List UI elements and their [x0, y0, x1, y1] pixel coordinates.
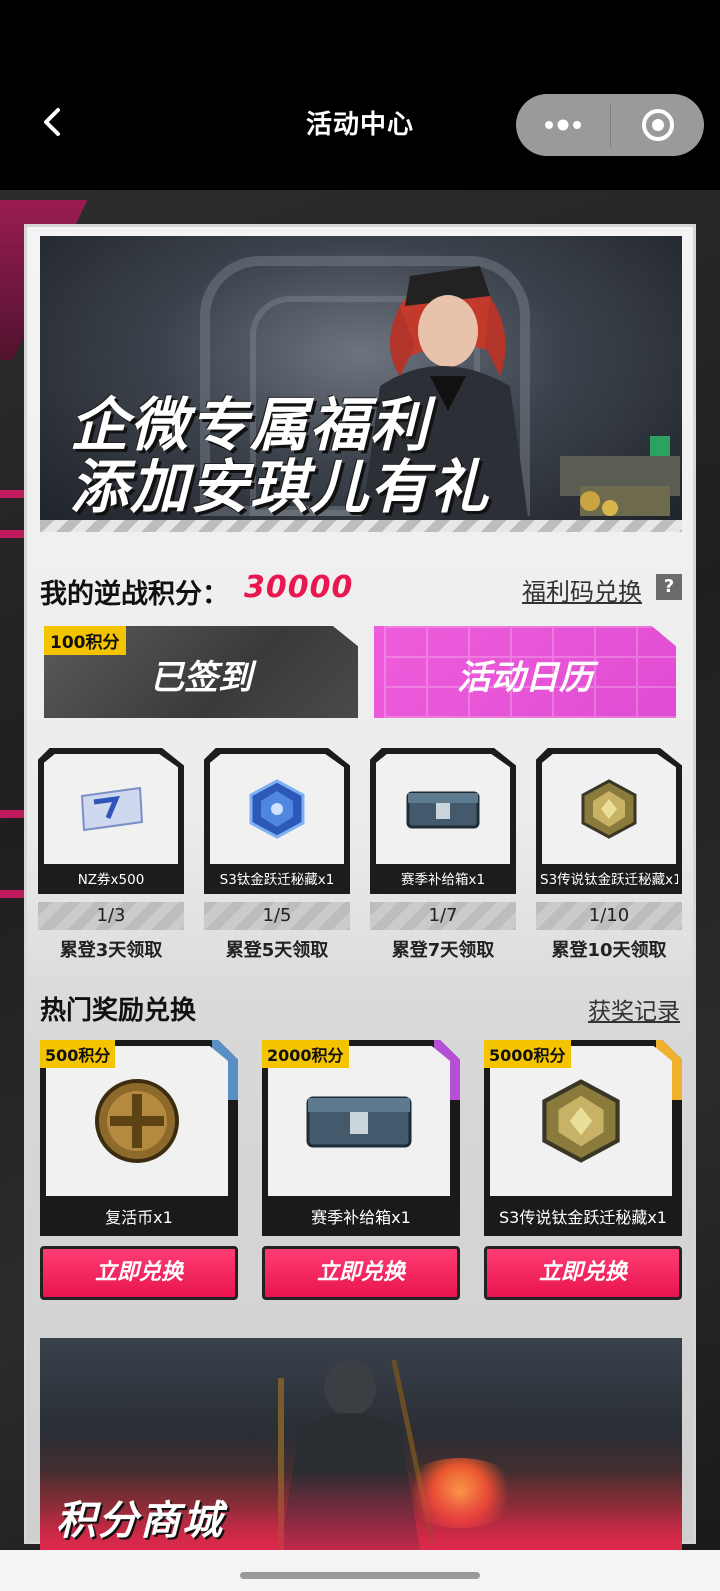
- crystal-icon: [249, 779, 305, 839]
- reward-name: 赛季补给箱x1: [400, 872, 486, 888]
- reward-progress: 1/5: [204, 902, 350, 930]
- home-indicator[interactable]: [240, 1572, 480, 1579]
- login-reward-item[interactable]: S3钛金跃迁秘藏x1 1/5 累登5天领取: [204, 748, 350, 962]
- banner-headline: 企微专属福利: [70, 391, 431, 459]
- ticket-icon: [80, 786, 144, 832]
- exchange-frame: 2000积分 赛季补给箱x1: [262, 1040, 460, 1236]
- reward-progress: 1/7: [370, 902, 516, 930]
- help-button[interactable]: ?: [656, 574, 682, 600]
- signin-label: 已签到: [150, 658, 252, 698]
- reward-frame: S3钛金跃迁秘藏x1: [204, 748, 350, 894]
- exchange-cost-tag: 2000积分: [262, 1040, 349, 1068]
- more-button[interactable]: [516, 94, 610, 156]
- wecom-benefit-banner[interactable]: 企微专属福利 添加安琪儿有礼: [40, 236, 682, 532]
- weapon-illustration: [560, 436, 680, 516]
- exchange-image-area: [46, 1046, 228, 1196]
- hot-exchange-title: 热门奖励兑换: [40, 996, 197, 1026]
- points-value: 30000: [244, 570, 354, 605]
- reward-frame: S3传说钛金跃迁秘藏x1: [536, 748, 682, 894]
- target-close-icon: [641, 109, 674, 141]
- exchange-cost-tag: 500积分: [40, 1040, 116, 1068]
- exchange-cost-tag: 5000积分: [484, 1040, 571, 1068]
- reward-name: NZ券x500: [77, 872, 145, 888]
- exchange-item: 2000积分 赛季补给箱x1 立即兑换: [262, 1040, 460, 1300]
- revive-coin-icon: [95, 1079, 179, 1163]
- top-navigation-bar: 活动中心: [0, 0, 720, 190]
- activity-calendar-button[interactable]: 活动日历: [374, 626, 676, 718]
- exchange-image-area: [490, 1046, 672, 1196]
- signin-button[interactable]: 100积分 已签到: [44, 626, 358, 718]
- login-reward-item[interactable]: 赛季补给箱x1 1/7 累登7天领取: [370, 748, 516, 962]
- close-mini-program-button[interactable]: [611, 94, 704, 156]
- reward-frame: NZ券x500: [38, 748, 184, 894]
- decor-stripe: [0, 490, 26, 498]
- reward-name: S3传说钛金跃迁秘藏x1: [540, 872, 678, 888]
- hazard-stripe: [40, 520, 682, 532]
- exchange-now-button[interactable]: 立即兑换: [40, 1246, 238, 1300]
- exchange-now-button[interactable]: 立即兑换: [262, 1246, 460, 1300]
- points-mall-banner[interactable]: 积分商城: [40, 1338, 682, 1550]
- exchange-now-button[interactable]: 立即兑换: [484, 1246, 682, 1300]
- decor-stripe: [0, 810, 26, 818]
- supply-box-icon: [406, 791, 480, 829]
- mini-program-capsule: [516, 94, 704, 156]
- reward-image-area: [210, 754, 344, 864]
- exchange-frame: 500积分 复活币x1: [40, 1040, 238, 1236]
- legend-crystal-icon: [542, 1079, 620, 1163]
- reward-frame: 赛季补给箱x1: [370, 748, 516, 894]
- reward-condition: 累登5天领取: [225, 940, 329, 961]
- reward-progress: 1/10: [536, 902, 682, 930]
- points-mall-title: 积分商城: [56, 1498, 224, 1544]
- exchange-item: 5000积分 S3传说钛金跃迁秘藏x1 立即兑换: [484, 1040, 682, 1300]
- legend-crystal-icon: [581, 779, 637, 839]
- reward-name: S3钛金跃迁秘藏x1: [219, 872, 335, 888]
- banner-subheadline: 添加安琪儿有礼: [70, 453, 491, 521]
- reward-image-area: [44, 754, 178, 864]
- redeem-code-link[interactable]: 福利码兑换: [522, 572, 642, 607]
- reward-progress: 1/3: [38, 902, 184, 930]
- system-navigation-bar: [0, 1550, 720, 1591]
- login-reward-item[interactable]: S3传说钛金跃迁秘藏x1 1/10 累登10天领取: [536, 748, 682, 962]
- reward-image-area: [376, 754, 510, 864]
- more-dots-icon: [545, 119, 581, 131]
- reward-condition: 累登7天领取: [391, 940, 495, 961]
- decor-stripe: [0, 530, 26, 538]
- exchange-item-name: 复活币x1: [105, 1208, 173, 1227]
- award-record-link[interactable]: 获奖记录: [588, 992, 680, 1026]
- decor-stripe: [0, 890, 26, 898]
- reward-image-area: [542, 754, 676, 864]
- exchange-image-area: [268, 1046, 450, 1196]
- points-row: 我的逆战积分： 30000 福利码兑换 ?: [40, 570, 682, 612]
- exchange-item-name: 赛季补给箱x1: [311, 1208, 411, 1227]
- calendar-label: 活动日历: [457, 658, 593, 698]
- points-label: 我的逆战积分：: [40, 579, 229, 610]
- supply-box-icon: [306, 1096, 412, 1148]
- reward-condition: 累登10天领取: [551, 940, 667, 961]
- exchange-item: 500积分 复活币x1 立即兑换: [40, 1040, 238, 1300]
- exchange-item-name: S3传说钛金跃迁秘藏x1: [499, 1208, 667, 1227]
- login-reward-item[interactable]: NZ券x500 1/3 累登3天领取: [38, 748, 184, 962]
- exchange-frame: 5000积分 S3传说钛金跃迁秘藏x1: [484, 1040, 682, 1236]
- reward-condition: 累登3天领取: [59, 940, 163, 961]
